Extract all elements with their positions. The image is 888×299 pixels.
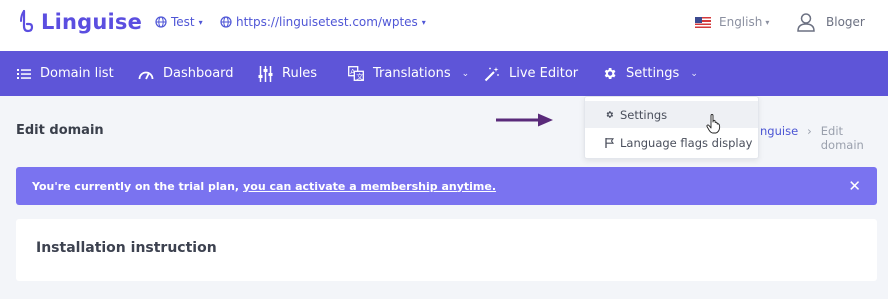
chevron-down-icon: ▾ xyxy=(198,17,203,27)
domain-url: https://linguisetest.com/wptes xyxy=(236,15,418,29)
alert-text: You're currently on the trial plan, xyxy=(32,179,240,193)
us-flag-icon xyxy=(695,16,711,28)
dropdown-item-label: Settings xyxy=(620,107,668,122)
globe-icon xyxy=(220,16,232,28)
membership-link[interactable]: you can activate a membership anytime. xyxy=(243,180,496,193)
project-selector[interactable]: Test ▾ xyxy=(155,15,203,29)
sliders-icon xyxy=(258,65,273,82)
dropdown-item-settings[interactable]: Settings xyxy=(585,101,758,128)
nav-label: Settings xyxy=(626,66,680,81)
annotation-arrow-icon xyxy=(496,113,553,127)
breadcrumb-current: Edit domain xyxy=(820,124,864,152)
main-nav: Domain list Dashboard Rules A 文 Translat… xyxy=(0,51,888,96)
list-icon xyxy=(17,68,31,79)
linguise-logo-icon xyxy=(20,9,34,33)
username: Bloger xyxy=(826,15,865,29)
close-icon[interactable]: ✕ xyxy=(848,177,861,195)
dropdown-item-language-flags[interactable]: Language flags display xyxy=(585,129,758,156)
breadcrumb-link[interactable]: nguise xyxy=(760,124,798,152)
trial-alert: You're currently on the trial plan, you … xyxy=(16,167,877,205)
breadcrumb-separator: › xyxy=(807,124,812,138)
chevron-down-icon: ▾ xyxy=(765,17,770,27)
user-icon xyxy=(797,13,815,32)
translate-icon: A 文 xyxy=(348,66,364,81)
gear-icon xyxy=(606,111,614,118)
nav-item-rules[interactable]: Rules xyxy=(258,51,317,96)
language-selector[interactable]: English ▾ xyxy=(695,15,769,29)
breadcrumb: nguise › Edit domain xyxy=(760,124,888,152)
nav-label: Translations xyxy=(373,66,451,81)
domain-selector[interactable]: https://linguisetest.com/wptes ▾ xyxy=(220,15,426,29)
svg-text:A: A xyxy=(350,68,355,76)
chevron-down-icon: ⌄ xyxy=(690,68,698,79)
user-menu[interactable]: Bloger xyxy=(796,12,865,32)
chevron-down-icon: ⌄ xyxy=(461,68,470,79)
nav-label: Rules xyxy=(282,66,318,81)
nav-item-live-editor[interactable]: Live Editor xyxy=(484,51,578,96)
page-title: Edit domain xyxy=(16,123,104,138)
dropdown-item-label: Language flags display xyxy=(620,135,753,150)
nav-item-translations[interactable]: A 文 Translations ⌄ xyxy=(348,51,469,96)
settings-dropdown: Settings Language flags display xyxy=(584,96,759,159)
project-name: Test xyxy=(171,15,195,29)
nav-item-settings[interactable]: Settings ⌄ xyxy=(602,51,698,96)
logo-text: Linguise xyxy=(41,10,143,34)
language-label: English xyxy=(719,15,763,29)
globe-icon xyxy=(155,16,167,28)
chevron-down-icon: ▾ xyxy=(421,17,426,27)
installation-card: Installation instruction xyxy=(16,219,877,281)
card-title: Installation instruction xyxy=(36,240,217,256)
gauge-icon xyxy=(138,71,154,79)
flag-icon xyxy=(605,137,614,148)
nav-label: Dashboard xyxy=(163,66,234,81)
gear-icon xyxy=(604,68,616,79)
nav-label: Live Editor xyxy=(509,66,579,81)
svg-text:文: 文 xyxy=(356,72,363,81)
logo[interactable]: Linguise xyxy=(19,9,142,35)
nav-item-dashboard[interactable]: Dashboard xyxy=(138,51,234,96)
top-header: Linguise Test ▾ https://linguisetest.com… xyxy=(0,0,888,51)
hand-cursor-icon xyxy=(706,114,721,134)
magic-wand-icon xyxy=(484,66,499,81)
nav-label: Domain list xyxy=(40,66,114,81)
nav-item-domain-list[interactable]: Domain list xyxy=(17,51,114,96)
